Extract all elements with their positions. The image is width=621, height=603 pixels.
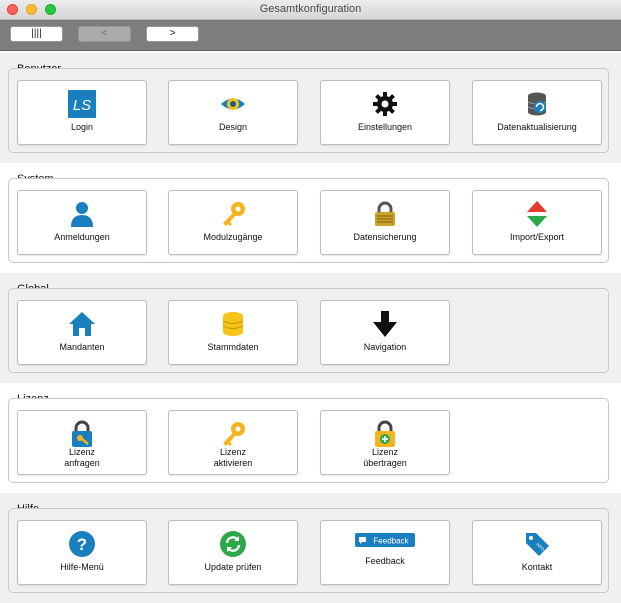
tile-label: Modulzugänge	[203, 232, 263, 242]
tile-update-pruefen[interactable]: Update prüfen	[168, 520, 298, 585]
tile-lizenz-anfragen[interactable]: Lizenz anfragen	[17, 410, 147, 475]
arrow-down-icon	[371, 310, 399, 338]
back-button[interactable]: <	[78, 26, 131, 42]
tile-lizenz-uebertragen[interactable]: Lizenz übertragen	[320, 410, 450, 475]
padlock-key-icon	[68, 420, 96, 448]
tile-label: Lizenz anfragen	[64, 447, 100, 468]
key-icon	[219, 200, 247, 228]
tile-lizenz-aktivieren[interactable]: Lizenz aktivieren	[168, 410, 298, 475]
question-icon: ?	[68, 530, 96, 558]
ls-logo-icon: LS	[68, 90, 96, 118]
toolbar: |||| < >	[0, 20, 621, 51]
forward-button[interactable]: >	[146, 26, 199, 42]
tile-anmeldungen[interactable]: Anmeldungen	[17, 190, 147, 255]
tile-feedback[interactable]: Feedback Feedback	[320, 520, 450, 585]
tile-modulzugaenge[interactable]: Modulzugänge	[168, 190, 298, 255]
tile-label: Hilfe-Menü	[60, 562, 104, 572]
tile-label: Anmeldungen	[54, 232, 110, 242]
arrows-up-down-icon	[523, 200, 551, 228]
window-title: Gesamtkonfiguration	[259, 3, 362, 15]
tile-datensicherung[interactable]: Datensicherung	[320, 190, 450, 255]
database-icon	[219, 310, 247, 338]
tile-label: Feedback	[365, 556, 405, 566]
tile-label: Kontakt	[521, 562, 553, 572]
window-titlebar: Gesamtkonfiguration	[0, 0, 621, 20]
tile-label: Login	[70, 122, 94, 132]
gear-icon	[371, 90, 399, 118]
house-icon	[68, 310, 96, 338]
tile-label: Stammdaten	[207, 342, 259, 352]
tag-icon: INFO	[523, 530, 551, 558]
padlock-plus-icon	[371, 420, 399, 448]
svg-text:Feedback: Feedback	[373, 537, 409, 546]
database-refresh-icon	[523, 90, 551, 118]
tile-stammdaten[interactable]: Stammdaten	[168, 300, 298, 365]
feedback-badge-icon: Feedback	[355, 533, 415, 547]
tile-label: Einstellungen	[357, 122, 413, 132]
tile-label: Lizenz aktivieren	[213, 447, 253, 468]
tile-einstellungen[interactable]: Einstellungen	[320, 80, 450, 145]
tile-label: Design	[218, 122, 247, 132]
svg-text:?: ?	[77, 535, 87, 554]
tile-kontakt[interactable]: INFO Kontakt	[472, 520, 602, 585]
tile-label: Datenaktualisierung	[497, 122, 577, 132]
eye-icon	[219, 90, 247, 118]
tile-navigation[interactable]: Navigation	[320, 300, 450, 365]
key-icon	[219, 420, 247, 448]
user-icon	[68, 200, 96, 228]
tile-mandanten[interactable]: Mandanten	[17, 300, 147, 365]
padlock-icon	[371, 200, 399, 228]
tile-label: Datensicherung	[353, 232, 417, 242]
tile-label: Mandanten	[59, 342, 105, 352]
svg-text:LS: LS	[73, 97, 91, 114]
tile-import-export[interactable]: Import/Export	[472, 190, 602, 255]
tile-label: Navigation	[363, 342, 407, 352]
tile-label: Lizenz übertragen	[363, 447, 407, 468]
refresh-icon	[219, 530, 247, 558]
tile-design[interactable]: Design	[168, 80, 298, 145]
menu-button[interactable]: ||||	[10, 26, 63, 42]
tile-label: Update prüfen	[204, 562, 262, 572]
tile-label: Import/Export	[509, 232, 565, 242]
tile-hilfe-menue[interactable]: ? Hilfe-Menü	[17, 520, 147, 585]
tile-login[interactable]: LS Login	[17, 80, 147, 145]
tile-datenaktualisierung[interactable]: Datenaktualisierung	[472, 80, 602, 145]
